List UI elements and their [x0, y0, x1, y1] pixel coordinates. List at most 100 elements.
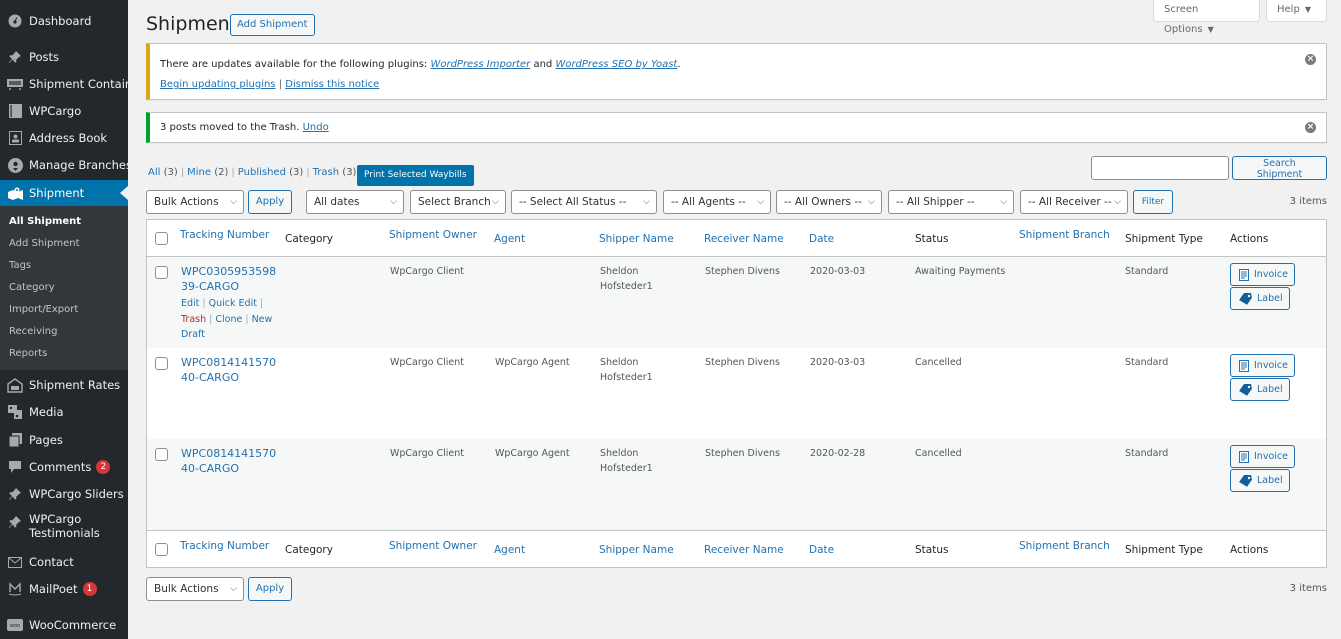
label-button[interactable]: Label: [1230, 378, 1290, 401]
row-checkbox[interactable]: [155, 266, 168, 279]
column-agent[interactable]: Agent: [494, 233, 525, 245]
table-header: Tracking Number Category Shipment Owner …: [147, 220, 1326, 257]
column-shipment-owner[interactable]: Shipment Owner: [389, 540, 477, 552]
submenu-reports[interactable]: Reports: [9, 348, 47, 359]
column-shipment-branch[interactable]: Shipment Branch: [1019, 229, 1110, 241]
trash-link[interactable]: Trash: [181, 314, 206, 325]
wordpress-importer-link[interactable]: WordPress Importer: [430, 59, 530, 70]
column-tracking-number[interactable]: Tracking Number: [180, 229, 269, 241]
dates-select[interactable]: All dates ⌵: [306, 190, 404, 214]
screen-options-button[interactable]: Screen Options ▼: [1153, 0, 1260, 35]
sidebar-item-wpcargo[interactable]: WPCargo: [0, 98, 128, 124]
undo-link[interactable]: Undo: [303, 122, 329, 133]
sidebar-item-dashboard[interactable]: Dashboard: [0, 8, 128, 34]
sidebar-item-shipment-container[interactable]: Shipment Container: [0, 71, 128, 97]
submenu-category[interactable]: Category: [9, 282, 55, 293]
status-select[interactable]: -- Select All Status -- ⌵: [511, 190, 657, 214]
column-date[interactable]: Date: [809, 233, 834, 245]
help-button[interactable]: Help ▼: [1266, 0, 1327, 22]
sidebar-item-posts[interactable]: Posts: [0, 44, 128, 70]
view-published[interactable]: Published (3): [238, 167, 304, 178]
chevron-down-icon: ⌵: [643, 197, 650, 207]
bulk-actions-select[interactable]: Bulk Actions ⌵: [146, 190, 244, 214]
column-agent[interactable]: Agent: [494, 544, 525, 556]
view-all[interactable]: All (3): [148, 167, 178, 178]
select-all-checkbox[interactable]: [155, 232, 168, 245]
invoice-button[interactable]: Invoice: [1230, 263, 1295, 286]
submenu-all-shipment[interactable]: All Shipment: [9, 216, 81, 227]
select-all-checkbox[interactable]: [155, 543, 168, 556]
book-icon: [7, 103, 23, 119]
submenu-receiving[interactable]: Receiving: [9, 326, 57, 337]
invoice-button[interactable]: Invoice: [1230, 354, 1295, 377]
pin-icon: [7, 49, 23, 65]
tracking-number-link[interactable]: WPC0814141570 40-CARGO: [181, 446, 276, 476]
sidebar-item-address-book[interactable]: Address Book: [0, 125, 128, 151]
view-count: (3): [289, 167, 304, 178]
print-selected-waybills-button[interactable]: Print Selected Waybills: [357, 165, 474, 186]
apply-button[interactable]: Apply: [248, 190, 292, 214]
row-checkbox[interactable]: [155, 357, 168, 370]
sidebar-item-woocommerce[interactable]: woo WooCommerce: [0, 612, 128, 638]
mailpoet-icon: [7, 581, 23, 597]
search-shipment-button[interactable]: Search Shipment: [1232, 156, 1327, 180]
sidebar-item-contact[interactable]: Contact: [0, 549, 128, 575]
row-checkbox[interactable]: [155, 448, 168, 461]
column-shipment-owner[interactable]: Shipment Owner: [389, 229, 477, 241]
table-row: WPC0814141570 40-CARGO WpCargo Client WpC…: [147, 439, 1326, 530]
submenu-import-export[interactable]: Import/Export: [9, 304, 78, 315]
column-receiver-name[interactable]: Receiver Name: [704, 544, 784, 556]
label-button[interactable]: Label: [1230, 469, 1290, 492]
column-receiver-name[interactable]: Receiver Name: [704, 233, 784, 245]
sidebar-item-label: MailPoet: [29, 582, 78, 596]
owners-select[interactable]: -- All Owners -- ⌵: [776, 190, 882, 214]
receiver-select[interactable]: -- All Receiver -- ⌵: [1020, 190, 1128, 214]
page-title: Shipment: [146, 13, 238, 35]
chevron-down-icon: ⌵: [868, 197, 875, 207]
invoice-button[interactable]: Invoice: [1230, 445, 1295, 468]
agents-select[interactable]: -- All Agents -- ⌵: [663, 190, 771, 214]
begin-updating-link[interactable]: Begin updating plugins: [160, 79, 276, 90]
type-cell: Standard: [1125, 448, 1169, 459]
dismiss-notice-link[interactable]: Dismiss this notice: [285, 79, 379, 90]
wordpress-seo-link[interactable]: WordPress SEO by Yoast: [555, 59, 677, 70]
column-shipment-branch[interactable]: Shipment Branch: [1019, 540, 1110, 552]
column-shipper-name[interactable]: Shipper Name: [599, 233, 674, 245]
sidebar-item-media[interactable]: Media: [0, 399, 128, 425]
edit-link[interactable]: Edit: [181, 298, 199, 309]
label-button[interactable]: Label: [1230, 287, 1290, 310]
clone-link[interactable]: Clone: [215, 314, 242, 325]
quick-edit-link[interactable]: Quick Edit: [209, 298, 257, 309]
add-shipment-button[interactable]: Add Shipment: [230, 14, 315, 36]
sidebar-item-comments[interactable]: Comments 2: [0, 454, 128, 480]
sidebar-item-pages[interactable]: Pages: [0, 427, 128, 453]
sidebar-item-wpcargo-testimonials[interactable]: WPCargo Testimonials: [0, 512, 128, 544]
view-mine[interactable]: Mine (2): [187, 167, 228, 178]
sidebar-item-label: WPCargo: [29, 104, 82, 118]
column-shipper-name[interactable]: Shipper Name: [599, 544, 674, 556]
sidebar-item-shipment-rates[interactable]: Shipment Rates: [0, 372, 128, 398]
search-input[interactable]: [1091, 156, 1229, 180]
dismiss-icon[interactable]: ×: [1305, 122, 1316, 133]
column-tracking-number[interactable]: Tracking Number: [180, 540, 269, 552]
branch-select[interactable]: Select Branch ⌵: [410, 190, 506, 214]
shipper-select[interactable]: -- All Shipper -- ⌵: [888, 190, 1014, 214]
tag-icon: [1239, 383, 1252, 396]
sidebar-item-manage-branches[interactable]: Manage Branches: [0, 152, 128, 178]
sidebar-item-mailpoet[interactable]: MailPoet 1: [0, 576, 128, 602]
sidebar-item-wpcargo-sliders[interactable]: WPCargo Sliders: [0, 481, 128, 507]
tracking-number-link[interactable]: WPC0305953598 39-CARGO: [181, 264, 276, 294]
submenu-add-shipment[interactable]: Add Shipment: [9, 238, 80, 249]
apply-button-bottom[interactable]: Apply: [248, 577, 292, 601]
select-value: -- Select All Status --: [519, 196, 627, 208]
dismiss-icon[interactable]: ×: [1305, 54, 1316, 65]
sidebar-item-shipment[interactable]: Shipment: [0, 180, 128, 206]
filter-button[interactable]: Filter: [1133, 190, 1173, 214]
owner-cell: WpCargo Client: [390, 448, 464, 459]
submenu-tags[interactable]: Tags: [9, 260, 31, 271]
view-trash[interactable]: Trash (3): [313, 167, 357, 178]
bulk-actions-select-bottom[interactable]: Bulk Actions ⌵: [146, 577, 244, 601]
tracking-number-link[interactable]: WPC0814141570 40-CARGO: [181, 355, 276, 385]
column-date[interactable]: Date: [809, 544, 834, 556]
shipment-submenu: All Shipment Add Shipment Tags Category …: [0, 206, 128, 370]
